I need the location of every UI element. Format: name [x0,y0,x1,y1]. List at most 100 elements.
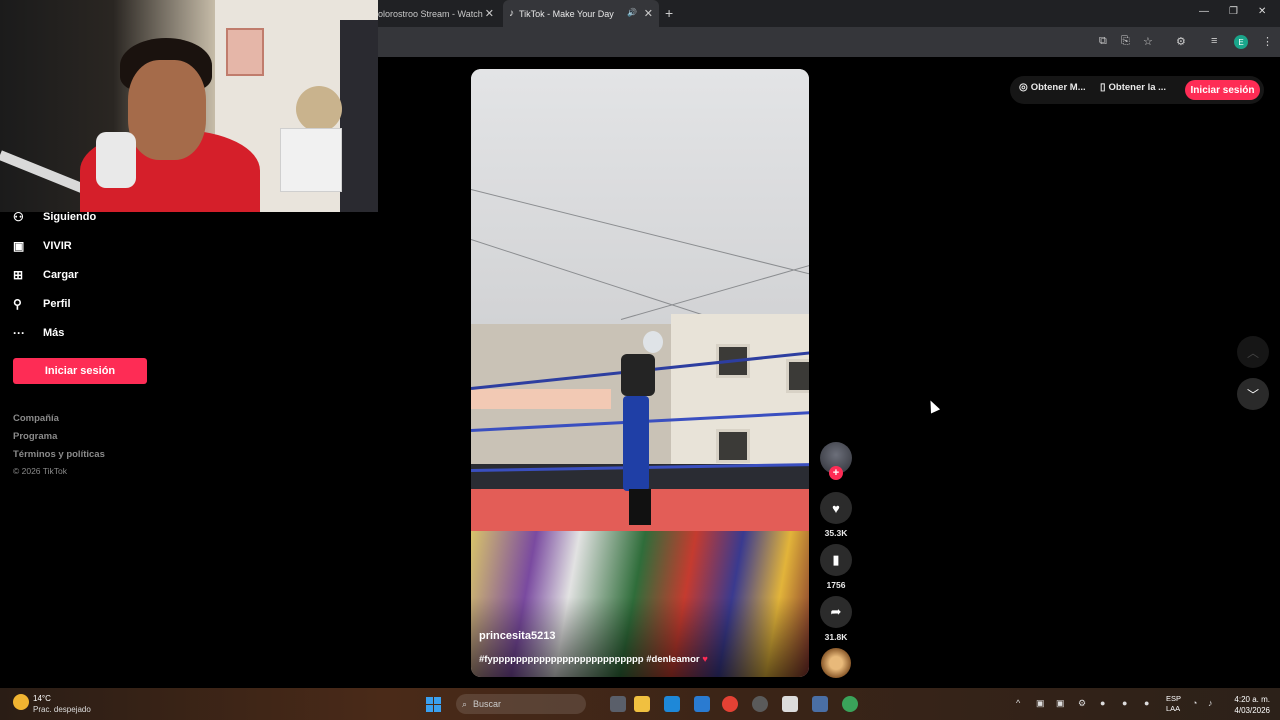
video-window [716,429,750,463]
windows-start-icon[interactable] [426,697,441,712]
chrome-profile-icon[interactable] [842,696,858,712]
lang-top: ESP [1166,694,1182,703]
star-icon[interactable]: ☆ [1143,35,1153,48]
coin-icon: ◎ [1019,82,1028,93]
settings-icon[interactable] [812,696,828,712]
video-wrestler-mask [643,331,663,353]
search-icon: ⌕ [462,698,468,709]
install-icon[interactable]: ⎘ [1121,35,1130,48]
sidebar-item-label: Más [43,327,65,339]
video-wrestler-legs [623,396,649,491]
chevron-up-icon: ︿ [1246,345,1259,360]
search-placeholder: Buscar [473,699,502,709]
profile-icon: ⚲ [13,297,22,311]
app-icon[interactable] [782,696,798,712]
volume-icon[interactable]: ♪ [1208,698,1213,708]
weather-icon[interactable] [13,694,29,710]
music-disc[interactable] [821,648,851,678]
webcam-door [340,20,378,212]
app-icon[interactable] [752,696,768,712]
sidebar-item-more[interactable]: ··· Más [13,323,64,343]
language-indicator[interactable]: ESP LAA [1166,694,1181,714]
chevron-down-icon: ﹀ [1246,387,1259,402]
file-explorer-icon[interactable] [610,696,626,712]
edge-icon[interactable] [664,696,680,712]
copyright: © 2026 TikTok [13,466,67,476]
heart-emoji: ♥ [702,654,708,665]
sidebar-item-label: VIVIR [43,240,72,252]
caption-text: #fypppppppppppppppppppppppppp #denleamor [479,654,700,665]
tray-app-icon[interactable]: ⚙ [1078,698,1086,709]
sidebar-item-live[interactable]: ▣ VIVIR [13,236,72,256]
media-icon[interactable]: ≡ [1211,35,1217,47]
webcam-drawer [280,128,342,192]
sidebar-item-profile[interactable]: ⚲ Perfil [13,294,71,314]
video-wrestler-boots [629,489,651,525]
wifi-icon[interactable]: ◔ [1192,698,1197,708]
webcam-overlay [0,0,378,212]
get-coins-button[interactable]: ◎ Obtener M... [1019,82,1086,93]
taskbar-clock[interactable]: 4:20 a. m. 4/03/2026 [1226,694,1270,716]
lang-bottom: LAA [1166,704,1181,713]
weather-description: Prac. despejado [33,705,91,714]
get-app-button[interactable]: ▯ Obtener la ... [1100,82,1166,93]
webcam-microphone [96,132,136,188]
tray-app-icon[interactable]: ● [1100,698,1105,708]
profile-avatar[interactable]: E [1234,35,1248,49]
like-count: 35.3K [824,528,848,538]
next-video-button[interactable]: ﹀ [1237,378,1269,410]
chevron-up-icon[interactable]: ^ [1016,698,1020,708]
tab-tiktok[interactable]: ♪ TikTok - Make Your Day 🔊 ✕ [503,0,659,27]
restore-icon[interactable]: ❐ [1229,6,1238,17]
menu-icon[interactable]: ⋮ [1262,35,1273,48]
header-login-button[interactable]: Iniciar sesión [1185,80,1260,100]
live-icon: ▣ [13,239,25,253]
sidebar-login-button[interactable]: Iniciar sesión [13,358,147,384]
webcam-person-face [128,60,206,160]
video-player[interactable]: princesita5213 #fypppppppppppppppppppppp… [471,69,809,677]
video-username[interactable]: princesita5213 [479,630,555,642]
footer-link-program[interactable]: Programa [13,431,57,442]
tab-stream[interactable]: olorostroo Stream - Watch ✕ [378,0,500,27]
close-window-icon[interactable]: ✕ [1258,6,1266,17]
store-icon[interactable] [694,696,710,712]
tray-app-icon[interactable]: ● [1144,698,1149,708]
tab-title: TikTok - Make Your Day [519,8,614,19]
share-button[interactable]: ➦ [820,596,852,628]
follow-plus-icon[interactable]: + [829,466,843,480]
minimize-icon[interactable]: — [1199,6,1209,17]
plus-icon[interactable]: + [665,5,673,21]
get-app-label: Obtener la ... [1108,82,1167,93]
footer-link-terms[interactable]: Términos y políticas [13,449,105,460]
like-button[interactable]: ♥ [820,492,852,524]
chrome-icon[interactable] [722,696,738,712]
translate-icon[interactable]: ⧉ [1099,35,1107,48]
bookmark-icon: ▮ [832,552,840,567]
sidebar-item-upload[interactable]: ⊞ Cargar [13,265,78,285]
sidebar-item-label: Siguiendo [43,211,97,223]
tray-app-icon[interactable]: ▣ [1056,698,1065,709]
video-window [786,359,809,393]
tray-app-icon[interactable]: ● [1122,698,1127,708]
heart-icon: ♥ [832,500,840,516]
taskbar-search[interactable]: ⌕ Buscar [456,694,586,714]
sidebar-item-label: Perfil [43,298,71,310]
sidebar-item-following[interactable]: ⚇ Siguiendo [13,207,96,227]
tray-app-icon[interactable]: ▣ [1036,698,1045,709]
share-count: 31.8K [824,632,848,642]
previous-video-button[interactable]: ︿ [1237,336,1269,368]
save-button[interactable]: ▮ [820,544,852,576]
folder-icon[interactable] [634,696,650,712]
mouse-cursor [925,398,941,414]
footer-link-company[interactable]: Compañía [13,413,59,424]
close-icon[interactable]: ✕ [644,7,653,20]
tab-title: olorostroo Stream - Watch [378,8,483,19]
screen: olorostroo Stream - Watch ✕ ♪ TikTok - M… [0,0,1280,720]
close-icon[interactable]: ✕ [485,7,494,20]
speaker-icon[interactable]: 🔊 [627,8,637,17]
video-wrestler-torso [621,354,655,396]
clock-time: 4:20 a. m. [1234,695,1270,704]
clock-date: 4/03/2026 [1234,706,1270,715]
video-caption[interactable]: #fypppppppppppppppppppppppppp #denleamor… [479,654,708,665]
extensions-icon[interactable]: ⚙ [1176,35,1186,48]
